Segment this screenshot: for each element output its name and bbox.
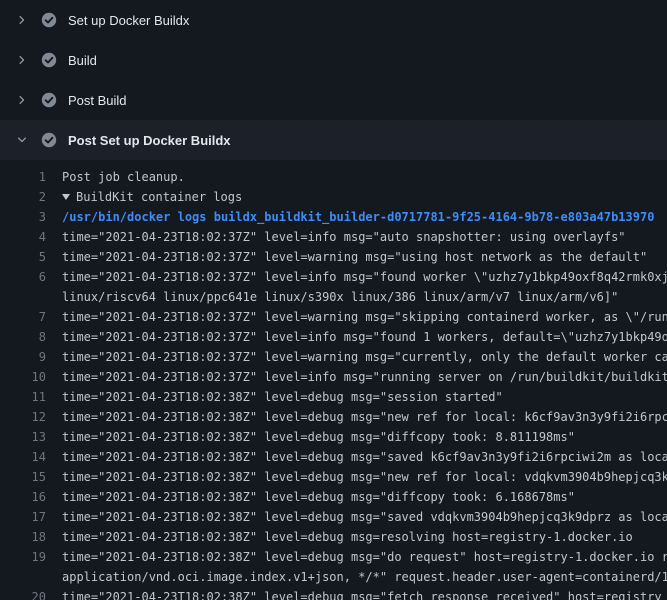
triangle-down-icon: [62, 194, 70, 200]
log-line: 13time="2021-04-23T18:02:38Z" level=debu…: [0, 427, 667, 447]
step-header-set-up-docker-buildx[interactable]: Set up Docker Buildx: [0, 0, 667, 40]
log-line: 20time="2021-04-23T18:02:38Z" level=debu…: [0, 587, 667, 600]
step-header-post-set-up-docker-buildx[interactable]: Post Set up Docker Buildx: [0, 120, 667, 160]
log-text: time="2021-04-23T18:02:38Z" level=debug …: [62, 587, 667, 600]
log-line-number[interactable]: 5: [0, 247, 62, 267]
log-group-title: BuildKit container logs: [76, 190, 242, 204]
log-line: 12time="2021-04-23T18:02:38Z" level=debu…: [0, 407, 667, 427]
log-text: time="2021-04-23T18:02:38Z" level=debug …: [62, 467, 667, 487]
log-line: 9time="2021-04-23T18:02:37Z" level=warni…: [0, 347, 667, 367]
log-line: 15time="2021-04-23T18:02:38Z" level=debu…: [0, 467, 667, 487]
log-line: 18time="2021-04-23T18:02:38Z" level=debu…: [0, 527, 667, 547]
log-text: time="2021-04-23T18:02:37Z" level=info m…: [62, 227, 667, 247]
log-line-number[interactable]: 19: [0, 547, 62, 567]
step-label: Post Set up Docker Buildx: [68, 133, 231, 148]
log-line-number[interactable]: 3: [0, 207, 62, 227]
log-text: time="2021-04-23T18:02:37Z" level=warnin…: [62, 347, 667, 367]
step-label: Set up Docker Buildx: [68, 13, 189, 28]
step-sections: Set up Docker Buildx Build Post Build Post …: [0, 0, 667, 600]
log-line: 6time="2021-04-23T18:02:37Z" level=info …: [0, 267, 667, 287]
log-line-number[interactable]: 10: [0, 367, 62, 387]
log-text: time="2021-04-23T18:02:38Z" level=debug …: [62, 447, 667, 467]
log-text: time="2021-04-23T18:02:38Z" level=debug …: [62, 487, 667, 507]
log-text: time="2021-04-23T18:02:38Z" level=debug …: [62, 527, 667, 547]
chevron-right-icon: [14, 52, 30, 68]
log-line-continuation: linux/riscv64 linux/ppc641e linux/s390x …: [0, 287, 667, 307]
log-line-number[interactable]: 18: [0, 527, 62, 547]
log-line: 4time="2021-04-23T18:02:37Z" level=info …: [0, 227, 667, 247]
log-line: 14time="2021-04-23T18:02:38Z" level=debu…: [0, 447, 667, 467]
log-line-number[interactable]: 14: [0, 447, 62, 467]
log-line: 8time="2021-04-23T18:02:37Z" level=info …: [0, 327, 667, 347]
log-text: time="2021-04-23T18:02:38Z" level=debug …: [62, 547, 667, 567]
log-text: time="2021-04-23T18:02:38Z" level=debug …: [62, 387, 667, 407]
log-line-number[interactable]: 9: [0, 347, 62, 367]
log-text: time="2021-04-23T18:02:37Z" level=warnin…: [62, 247, 667, 267]
log-line-number[interactable]: 16: [0, 487, 62, 507]
log-line-number[interactable]: 2: [0, 187, 62, 207]
success-check-icon: [41, 92, 57, 108]
chevron-right-icon: [14, 12, 30, 28]
log-text: time="2021-04-23T18:02:37Z" level=info m…: [62, 367, 667, 387]
log-text: time="2021-04-23T18:02:38Z" level=debug …: [62, 407, 667, 427]
step-header-post-build[interactable]: Post Build: [0, 80, 667, 120]
log-text: time="2021-04-23T18:02:37Z" level=info m…: [62, 327, 667, 347]
log-group-toggle[interactable]: BuildKit container logs: [62, 187, 667, 207]
step-header-build[interactable]: Build: [0, 40, 667, 80]
log-text-wrapped: application/vnd.oci.image.index.v1+json,…: [62, 567, 667, 587]
log-text: time="2021-04-23T18:02:38Z" level=debug …: [62, 507, 667, 527]
log-line-number: [0, 567, 62, 587]
log-line-number[interactable]: 20: [0, 587, 62, 600]
log-line: 3/usr/bin/docker logs buildx_buildkit_bu…: [0, 207, 667, 227]
workflow-log-viewer: Set up Docker Buildx Build Post Build Post …: [0, 0, 667, 600]
log-line-number[interactable]: 8: [0, 327, 62, 347]
log-line: 7time="2021-04-23T18:02:37Z" level=warni…: [0, 307, 667, 327]
log-line: 1Post job cleanup.: [0, 167, 667, 187]
success-check-icon: [41, 52, 57, 68]
log-line: 10time="2021-04-23T18:02:37Z" level=info…: [0, 367, 667, 387]
log-line-number[interactable]: 6: [0, 267, 62, 287]
log-text: time="2021-04-23T18:02:37Z" level=info m…: [62, 267, 667, 287]
log-line: 2 BuildKit container logs: [0, 187, 667, 207]
log-text: time="2021-04-23T18:02:37Z" level=warnin…: [62, 307, 667, 327]
success-check-icon: [41, 12, 57, 28]
chevron-right-icon: [14, 92, 30, 108]
log-line: 17time="2021-04-23T18:02:38Z" level=debu…: [0, 507, 667, 527]
log-line: 16time="2021-04-23T18:02:38Z" level=debu…: [0, 487, 667, 507]
log-line-number[interactable]: 17: [0, 507, 62, 527]
log-line-number[interactable]: 13: [0, 427, 62, 447]
step-label: Build: [68, 53, 97, 68]
log-line: 11time="2021-04-23T18:02:38Z" level=debu…: [0, 387, 667, 407]
log-text: Post job cleanup.: [62, 167, 667, 187]
log-line-number[interactable]: 1: [0, 167, 62, 187]
log-output: 1Post job cleanup.2 BuildKit container lo…: [0, 160, 667, 600]
log-line-number[interactable]: 15: [0, 467, 62, 487]
log-line-continuation: application/vnd.oci.image.index.v1+json,…: [0, 567, 667, 587]
success-check-icon: [41, 132, 57, 148]
log-line-number: [0, 287, 62, 307]
log-text-wrapped: linux/riscv64 linux/ppc641e linux/s390x …: [62, 287, 667, 307]
log-line-number[interactable]: 4: [0, 227, 62, 247]
log-line-number[interactable]: 11: [0, 387, 62, 407]
log-line: 5time="2021-04-23T18:02:37Z" level=warni…: [0, 247, 667, 267]
log-command-text: /usr/bin/docker logs buildx_buildkit_bui…: [62, 207, 667, 227]
step-label: Post Build: [68, 93, 127, 108]
log-line-number[interactable]: 7: [0, 307, 62, 327]
log-line-number[interactable]: 12: [0, 407, 62, 427]
log-line: 19time="2021-04-23T18:02:38Z" level=debu…: [0, 547, 667, 567]
log-text: time="2021-04-23T18:02:38Z" level=debug …: [62, 427, 667, 447]
chevron-down-icon: [14, 132, 30, 148]
